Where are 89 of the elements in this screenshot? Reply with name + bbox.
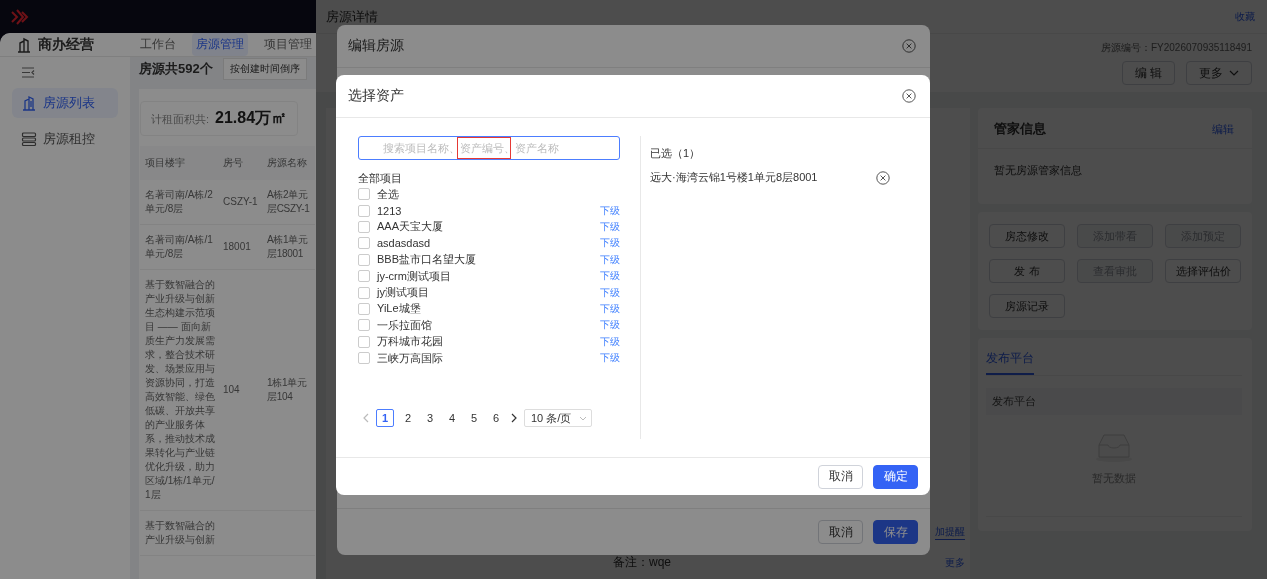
- module-title: 商办经营: [38, 35, 94, 54]
- sidebar-item[interactable]: 房源租控: [12, 124, 118, 154]
- table-cell: 1栋1单元 层104: [267, 376, 307, 404]
- checkbox[interactable]: [358, 188, 370, 201]
- checkbox[interactable]: [358, 352, 370, 365]
- card-title: 管家信息: [994, 120, 1046, 138]
- close-icon[interactable]: [902, 89, 916, 103]
- sublevel-link[interactable]: 下级: [600, 203, 620, 218]
- stat-value: 21.84万㎡: [215, 108, 288, 128]
- building-icon: [21, 95, 37, 111]
- page-number[interactable]: 6: [488, 410, 504, 426]
- menu-icon[interactable]: [22, 67, 35, 78]
- list-icon: [21, 131, 37, 147]
- table-cell: CSZY-1: [223, 195, 258, 209]
- sublevel-link[interactable]: 下级: [600, 219, 620, 234]
- remove-icon[interactable]: [876, 170, 890, 185]
- sublevel-link[interactable]: 下级: [600, 252, 620, 267]
- secondary-button[interactable]: 取消: [818, 520, 863, 544]
- project-label: jy测试项目: [377, 285, 430, 301]
- sublevel-link[interactable]: 下级: [600, 318, 620, 333]
- checkbox[interactable]: [358, 319, 370, 332]
- table-cell-text: 名著司南/A栋/1单元/8层: [145, 233, 214, 261]
- next-page-icon[interactable]: [510, 413, 518, 423]
- nav-tab[interactable]: 项目管理: [260, 33, 316, 56]
- page-number[interactable]: 5: [466, 410, 482, 426]
- chevron-down-icon: [1229, 70, 1239, 76]
- sublevel-link[interactable]: 下级: [600, 285, 620, 300]
- tree-label: 全部项目: [358, 171, 403, 186]
- checkbox[interactable]: [358, 237, 370, 250]
- selected-title: 已选（1）: [650, 146, 702, 161]
- primary-button[interactable]: 确定: [873, 464, 918, 489]
- sublevel-link[interactable]: 下级: [600, 269, 620, 284]
- checkbox[interactable]: [358, 204, 370, 217]
- project-label: BBB盐市口名望大厦: [377, 252, 477, 268]
- building-icon: [16, 36, 32, 53]
- sidebar-item[interactable]: 房源列表: [12, 88, 118, 118]
- project-label: asdasdasd: [377, 237, 432, 250]
- project-label: AAA天宝大厦: [377, 219, 444, 235]
- action-button[interactable]: 发 布: [989, 259, 1065, 283]
- page-number[interactable]: 3: [422, 410, 438, 426]
- checkbox[interactable]: [358, 286, 370, 299]
- primary-button[interactable]: 保存: [873, 520, 918, 544]
- logo-icon: [10, 7, 30, 26]
- project-label: 三峡万高国际: [377, 350, 444, 366]
- project-label: YiLe城堡: [377, 301, 422, 317]
- drawer-title: 房源详情: [326, 7, 378, 26]
- chevron-down-icon: [579, 415, 588, 421]
- page-number[interactable]: 2: [400, 410, 416, 426]
- modal-title: 编辑房源: [348, 37, 404, 55]
- table-cell-text: 基于数智融合的产业升级与创新生态构建示范项目 —— 面向新质生产力发展需求，整合技术研发、场景应用与资源协同，打造高效智能、绿色低碳、开放共享的产业服务体系，推动技术成果转化与产业链优化升级，助力区域/1栋/1单元/1层: [145, 278, 216, 502]
- page-number[interactable]: 4: [444, 410, 460, 426]
- table-cell: A栋1单元 层18001: [267, 233, 308, 261]
- table-cell: A栋2单元 层CSZY-1: [267, 188, 310, 216]
- close-icon[interactable]: [902, 39, 916, 53]
- remark-text: 备注：wqe: [613, 554, 671, 571]
- modal-title: 选择资产: [348, 87, 404, 105]
- column-header: 项目楼宇: [140, 146, 218, 180]
- prev-page-icon[interactable]: [362, 413, 370, 423]
- selected-asset: 远大·海湾云锦1号楼1单元8层8001: [650, 170, 818, 185]
- table-cell-text: 基于数智融合的产业升级与创新: [145, 519, 216, 547]
- highlight-box: [457, 137, 511, 159]
- checkbox[interactable]: [358, 335, 370, 348]
- dropdown-button[interactable]: 更多: [1186, 61, 1252, 85]
- sublevel-link[interactable]: 下级: [600, 301, 620, 316]
- sublevel-link[interactable]: 下级: [600, 236, 620, 251]
- checkbox[interactable]: [358, 253, 370, 266]
- project-label: 一乐拉面馆: [377, 317, 433, 333]
- project-label: 1213: [377, 204, 403, 217]
- total-count: 房源共592个: [139, 60, 213, 78]
- column-header: 房号: [218, 146, 265, 180]
- table-cell: 104: [223, 383, 240, 397]
- secondary-button[interactable]: 取消: [818, 464, 863, 489]
- project-label: jy-crm测试项目: [377, 268, 452, 284]
- checkbox[interactable]: [358, 220, 370, 233]
- table-cell-text: 名著司南/A栋/2单元/8层: [145, 188, 214, 216]
- action-button[interactable]: 房态修改: [989, 224, 1065, 248]
- checkbox[interactable]: [358, 302, 370, 315]
- sort-select[interactable]: 按创建时间倒序: [222, 58, 307, 80]
- sublevel-link[interactable]: 下级: [600, 334, 620, 349]
- column-header: 房源名称: [265, 146, 315, 180]
- table-cell: 18001: [223, 240, 251, 254]
- nav-tab[interactable]: 房源管理: [192, 33, 248, 56]
- page-number[interactable]: 1: [376, 409, 394, 427]
- sublevel-link[interactable]: 下级: [600, 351, 620, 366]
- nav-tab[interactable]: 工作台: [136, 33, 180, 56]
- select-all-label: 全选: [377, 186, 400, 202]
- page-size-select[interactable]: 10 条/页: [524, 409, 593, 427]
- checkbox[interactable]: [358, 270, 370, 283]
- project-label: 万科城市花园: [377, 334, 444, 350]
